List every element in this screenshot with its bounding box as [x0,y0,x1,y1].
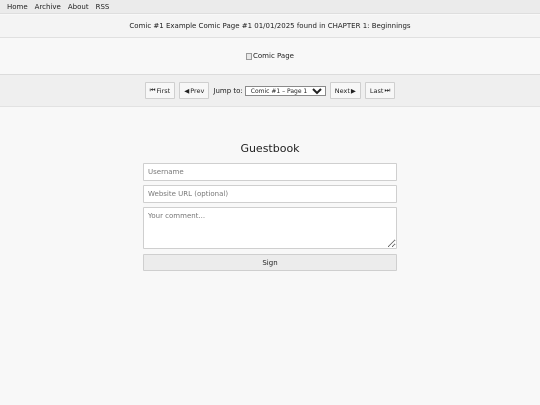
prev-button[interactable]: ◀ Prev [179,82,210,99]
comic-navigation: ⏮ First ◀ Prev Jump to: Comic #1 – Page … [0,75,540,107]
username-input[interactable] [143,163,397,181]
next-button[interactable]: Next ▶ [329,82,361,99]
nav-rss-link[interactable]: RSS [96,3,110,11]
skip-last-icon: ⏭ [384,86,391,94]
nav-home-link[interactable]: Home [7,3,28,11]
website-url-input[interactable] [143,185,397,203]
first-button[interactable]: ⏮ First [144,82,176,99]
broken-image-icon [246,52,253,60]
last-button-label: Last [369,86,384,95]
prev-button-label: Prev [190,86,205,95]
prev-arrow-icon: ◀ [184,86,190,95]
jump-to-select[interactable]: Comic #1 – Page 1 [244,85,326,96]
top-navigation: Home Archive About RSS [0,0,540,14]
comic-page-image: Comic Page [246,52,294,60]
nav-about-link[interactable]: About [68,3,89,11]
guestbook-title: Guestbook [240,142,300,155]
next-button-label: Next [334,86,350,95]
next-arrow-icon: ▶ [350,86,356,95]
comment-textarea[interactable] [143,207,397,249]
comic-info-text: Comic #1 Example Comic Page #1 01/01/202… [129,22,411,30]
comic-page-alt-text: Comic Page [253,52,294,60]
comic-info-bar: Comic #1 Example Comic Page #1 01/01/202… [0,15,540,38]
comic-image-area: Comic Page [0,38,540,75]
sign-button[interactable]: Sign [143,254,397,271]
nav-archive-link[interactable]: Archive [35,3,61,11]
first-button-label: First [156,86,171,95]
last-button[interactable]: Last ⏭ [364,82,396,99]
skip-first-icon: ⏮ [149,86,156,94]
jump-to-group: Jump to: Comic #1 – Page 1 [213,85,326,96]
jump-to-label: Jump to: [213,86,243,95]
